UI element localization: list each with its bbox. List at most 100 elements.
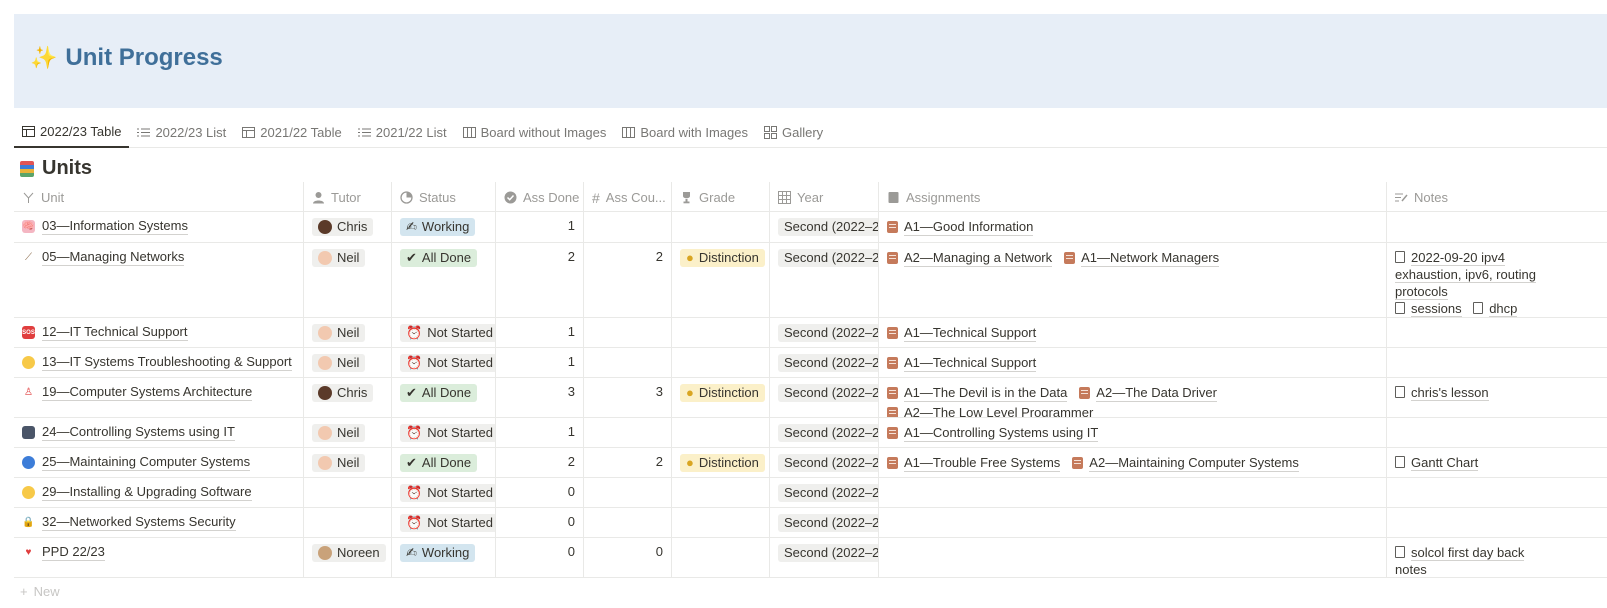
table-row[interactable]: SOS 12—IT Technical Support Neil ⏰ Not Sta… xyxy=(14,318,1607,348)
notes-cell[interactable] xyxy=(1387,478,1561,507)
column-header-tutor[interactable]: Tutor xyxy=(304,182,392,211)
unit-name[interactable]: 05—Managing Networks xyxy=(42,249,185,266)
tutor-chip[interactable]: Neil xyxy=(312,324,366,342)
ass-done-value[interactable]: 0 xyxy=(496,538,584,577)
year-badge[interactable]: Second (2022–23) xyxy=(778,218,878,236)
unit-name[interactable]: PPD 22/23 xyxy=(42,544,105,561)
tab-2022-23-list[interactable]: 2022/23 List xyxy=(129,118,234,148)
ass-count-value[interactable] xyxy=(584,318,672,347)
ass-count-value[interactable]: 0 xyxy=(584,538,672,577)
grade-cell[interactable] xyxy=(672,478,770,507)
unit-name[interactable]: 03—Information Systems xyxy=(42,218,188,235)
assignments-cell[interactable] xyxy=(879,508,1387,537)
column-header-notes[interactable]: Notes xyxy=(1387,182,1561,211)
tutor-chip[interactable]: Neil xyxy=(312,454,366,472)
assignment-link[interactable]: A2—The Data Driver xyxy=(1079,384,1217,402)
year-badge[interactable]: Second (2022–23) xyxy=(778,424,878,442)
assignments-cell[interactable] xyxy=(879,538,1387,577)
unit-name[interactable]: 32—Networked Systems Security xyxy=(42,514,236,531)
table-row[interactable]: 29—Installing & Upgrading Software ⏰ Not … xyxy=(14,478,1607,508)
status-badge[interactable]: ⏰ Not Started xyxy=(400,514,495,532)
table-row[interactable]: 13—IT Systems Troubleshooting & Support … xyxy=(14,348,1607,378)
ass-done-value[interactable]: 3 xyxy=(496,378,584,417)
table-row[interactable]: ⟋ 05—Managing Networks Neil ✔ All Done 2 2… xyxy=(14,243,1607,318)
assignments-cell[interactable] xyxy=(879,478,1387,507)
grade-cell[interactable] xyxy=(672,508,770,537)
tab-gallery[interactable]: Gallery xyxy=(756,118,831,148)
tutor-chip[interactable]: Chris xyxy=(312,218,374,236)
ass-count-value[interactable]: 3 xyxy=(584,378,672,417)
column-header-status[interactable]: Status xyxy=(392,182,496,211)
table-row[interactable]: ♥ PPD 22/23 Noreen ✍ Working 0 0 Second (2… xyxy=(14,538,1607,578)
year-badge[interactable]: Second (2022–23) xyxy=(778,454,878,472)
note-link[interactable]: 2022-09-20 ipv4 exhaustion, ipv6, routin… xyxy=(1395,250,1536,300)
assignment-link[interactable]: A2—The Low Level Programmer xyxy=(887,404,1093,417)
grade-cell[interactable] xyxy=(672,538,770,577)
assignment-link[interactable]: A1—Network Managers xyxy=(1064,249,1220,267)
tutor-chip[interactable]: Noreen xyxy=(312,544,386,562)
status-badge[interactable]: ✍ Working xyxy=(400,544,476,562)
tutor-chip[interactable]: Chris xyxy=(312,384,374,402)
tab-2021-22-table[interactable]: 2021/22 Table xyxy=(234,118,349,148)
note-link[interactable]: sessions xyxy=(1395,301,1462,317)
notes-cell[interactable] xyxy=(1387,508,1561,537)
ass-done-value[interactable]: 2 xyxy=(496,448,584,477)
tab-board-without-images[interactable]: Board without Images xyxy=(455,118,615,148)
ass-count-value[interactable] xyxy=(584,348,672,377)
year-badge[interactable]: Second (2022–23) xyxy=(778,484,878,502)
year-badge[interactable]: Second (2022–23) xyxy=(778,514,878,532)
assignment-link[interactable]: A1—Trouble Free Systems xyxy=(887,454,1061,472)
column-header-ass-done[interactable]: Ass Done xyxy=(496,182,584,211)
column-header-unit[interactable]: Unit xyxy=(14,182,304,211)
tutor-chip[interactable]: Neil xyxy=(312,354,366,372)
unit-name[interactable]: 24—Controlling Systems using IT xyxy=(42,424,235,441)
unit-name[interactable]: 12—IT Technical Support xyxy=(42,324,188,341)
ass-count-value[interactable]: 2 xyxy=(584,243,672,317)
table-row[interactable]: ♙ 19—Computer Systems Architecture Chris … xyxy=(14,378,1607,418)
table-row[interactable]: 25—Maintaining Computer Systems Neil ✔ Al… xyxy=(14,448,1607,478)
unit-name[interactable]: 13—IT Systems Troubleshooting & Support xyxy=(42,354,292,371)
assignment-link[interactable]: A2—Maintaining Computer Systems xyxy=(1072,454,1299,472)
tab-2022-23-table[interactable]: 2022/23 Table xyxy=(14,118,130,148)
grade-badge[interactable]: ● Distinction xyxy=(680,249,765,267)
note-link[interactable]: solcol first day back notes xyxy=(1395,545,1525,577)
tutor-chip[interactable]: Neil xyxy=(312,424,366,442)
tutor-chip[interactable]: Neil xyxy=(312,249,366,267)
note-link[interactable]: Gantt Chart xyxy=(1395,455,1479,471)
assignment-link[interactable]: A1—Technical Support xyxy=(887,324,1037,342)
assignment-link[interactable]: A1—The Devil is in the Data xyxy=(887,384,1068,402)
unit-name[interactable]: 29—Installing & Upgrading Software xyxy=(42,484,252,501)
grade-cell[interactable] xyxy=(672,418,770,447)
ass-done-value[interactable]: 1 xyxy=(496,212,584,242)
new-row-button[interactable]: + New xyxy=(20,584,60,599)
ass-count-value[interactable]: 2 xyxy=(584,448,672,477)
ass-done-value[interactable]: 1 xyxy=(496,348,584,377)
note-link[interactable]: dhcp xyxy=(1473,301,1518,317)
grade-cell[interactable] xyxy=(672,348,770,377)
assignment-link[interactable]: A1—Controlling Systems using IT xyxy=(887,424,1099,442)
ass-count-value[interactable] xyxy=(584,418,672,447)
unit-name[interactable]: 25—Maintaining Computer Systems xyxy=(42,454,251,471)
note-link[interactable]: chris's lesson xyxy=(1395,385,1489,401)
tab-2021-22-list[interactable]: 2021/22 List xyxy=(350,118,455,148)
table-row[interactable]: 🔒 32—Networked Systems Security ⏰ Not Star… xyxy=(14,508,1607,538)
grade-badge[interactable]: ● Distinction xyxy=(680,454,765,472)
status-badge[interactable]: ⏰ Not Started xyxy=(400,324,495,342)
notes-cell[interactable] xyxy=(1387,418,1561,447)
status-badge[interactable]: ⏰ Not Started xyxy=(400,424,495,442)
ass-count-value[interactable] xyxy=(584,212,672,242)
notes-cell[interactable] xyxy=(1387,348,1561,377)
year-badge[interactable]: Second (2022–23) xyxy=(778,249,878,267)
database-title[interactable]: Units xyxy=(20,157,92,180)
notes-cell[interactable] xyxy=(1387,212,1561,242)
assignment-link[interactable]: A1—Good Information xyxy=(887,218,1034,236)
ass-count-value[interactable] xyxy=(584,508,672,537)
column-header-assignments[interactable]: Assignments xyxy=(879,182,1387,211)
grade-badge[interactable]: ● Distinction xyxy=(680,384,765,402)
year-badge[interactable]: Second (2022–23) xyxy=(778,324,878,342)
status-badge[interactable]: ✔ All Done xyxy=(400,384,478,402)
tutor-cell[interactable] xyxy=(304,508,392,537)
assignment-link[interactable]: A1—Technical Support xyxy=(887,354,1037,372)
ass-done-value[interactable]: 2 xyxy=(496,243,584,317)
column-header-ass-count[interactable]: # Ass Cou... xyxy=(584,182,672,211)
